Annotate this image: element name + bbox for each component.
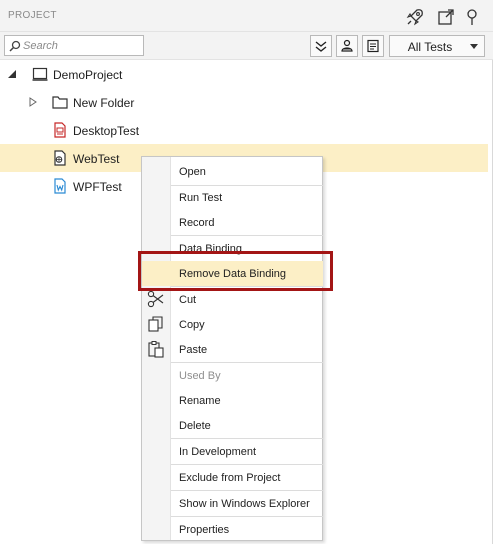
tree-item-label: WebTest xyxy=(73,152,120,166)
annotation-highlight-box xyxy=(138,251,333,291)
menu-item-exclude-from-project[interactable]: Exclude from Project xyxy=(171,465,323,490)
menu-item-label: Properties xyxy=(179,524,230,536)
desktop-test-icon xyxy=(52,122,68,138)
menu-item-label: Paste xyxy=(179,344,208,356)
pin-icon[interactable] xyxy=(462,7,482,27)
web-test-icon xyxy=(52,150,68,166)
scissors-icon xyxy=(146,289,166,309)
folder-icon xyxy=(52,94,68,110)
rocket-icon[interactable] xyxy=(405,7,425,27)
tree-item-label: WPFTest xyxy=(73,180,122,194)
tree-item-label: DemoProject xyxy=(53,68,123,82)
tree-item-desktoptest[interactable]: DesktopTest xyxy=(0,116,488,144)
tree-item-new-folder[interactable]: New Folder xyxy=(0,88,488,116)
test-filter-dropdown[interactable]: All Tests xyxy=(389,35,485,57)
document-list-icon xyxy=(367,39,379,53)
panel-title: PROJECT xyxy=(8,10,57,21)
tree-item-demoproject[interactable]: DemoProject xyxy=(0,60,488,88)
chevron-down-icon xyxy=(470,44,478,49)
menu-item-paste[interactable]: Paste xyxy=(171,337,323,362)
menu-item-open[interactable]: Open xyxy=(171,159,323,184)
menu-item-label: In Development xyxy=(179,446,257,458)
search-icon xyxy=(9,40,21,52)
menu-item-label: Cut xyxy=(179,294,197,306)
menu-item-label: Rename xyxy=(179,395,221,407)
menu-item-rename[interactable]: Rename xyxy=(171,388,323,413)
menu-item-label: Run Test xyxy=(179,192,223,204)
menu-item-label: Record xyxy=(179,217,215,229)
collapse-all-icon xyxy=(315,41,327,52)
collapse-all-button[interactable] xyxy=(310,35,332,57)
collapsed-triangle-icon[interactable] xyxy=(28,97,38,107)
menu-item-label: Delete xyxy=(179,420,211,432)
menu-item-delete[interactable]: Delete xyxy=(171,413,323,438)
user-filter-icon xyxy=(341,39,353,52)
expanded-triangle-icon[interactable] xyxy=(7,69,17,79)
panel-toolbar: All Tests xyxy=(0,32,493,60)
menu-item-properties[interactable]: Properties xyxy=(171,517,323,542)
menu-item-record[interactable]: Record xyxy=(171,210,323,235)
search-box[interactable] xyxy=(4,35,144,56)
search-input[interactable] xyxy=(23,37,141,54)
document-list-button[interactable] xyxy=(362,35,384,57)
context-menu: Open Run Test Record Data Binding Remove… xyxy=(141,156,323,541)
user-filter-button[interactable] xyxy=(336,35,358,57)
wpf-test-icon xyxy=(52,178,68,194)
paste-icon xyxy=(146,339,166,359)
tree-item-label: DesktopTest xyxy=(73,124,140,138)
menu-item-label: Used By xyxy=(179,370,221,382)
menu-item-label: Open xyxy=(179,166,206,178)
panel-header: PROJECT xyxy=(0,0,493,32)
menu-item-used-by: Used By xyxy=(171,363,323,388)
external-link-icon[interactable] xyxy=(436,7,456,27)
menu-item-copy[interactable]: Copy xyxy=(171,312,323,337)
menu-item-show-in-explorer[interactable]: Show in Windows Explorer xyxy=(171,491,323,516)
project-icon xyxy=(32,66,48,82)
test-filter-value: All Tests xyxy=(407,40,453,54)
tree-item-label: New Folder xyxy=(73,96,135,110)
menu-item-run-test[interactable]: Run Test xyxy=(171,185,323,210)
copy-icon xyxy=(146,314,166,334)
menu-item-label: Show in Windows Explorer xyxy=(179,498,310,510)
menu-item-label: Copy xyxy=(179,319,205,331)
menu-item-in-development[interactable]: In Development xyxy=(171,439,323,464)
menu-item-label: Exclude from Project xyxy=(179,472,281,484)
